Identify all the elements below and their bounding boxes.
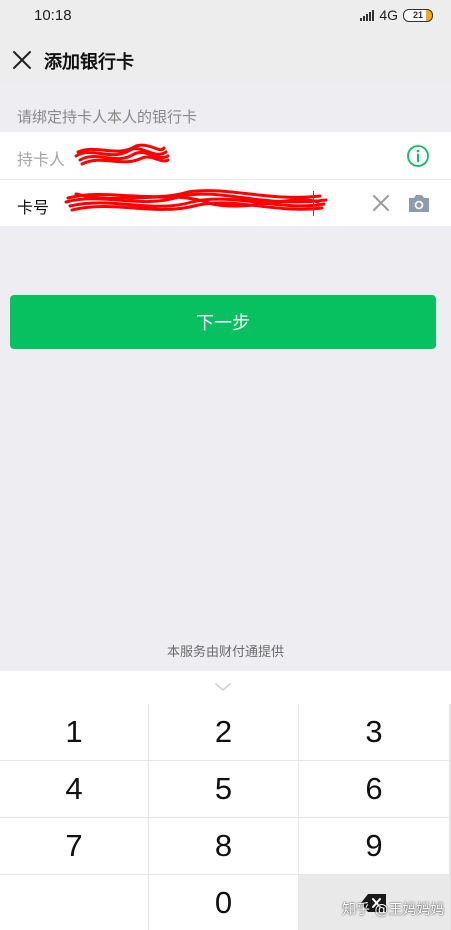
- battery-icon: 21: [403, 8, 433, 22]
- signal-icon: [360, 9, 375, 21]
- key-9[interactable]: 9: [299, 818, 449, 874]
- text-cursor: [313, 191, 314, 216]
- next-button[interactable]: 下一步: [10, 295, 436, 349]
- keyboard-header: [0, 671, 451, 704]
- bank-card-form: 持卡人 卡号: [0, 132, 451, 226]
- status-time: 10:18: [34, 7, 72, 24]
- watermark: 知乎 @王妈妈妈: [342, 902, 445, 918]
- network-type: 4G: [379, 7, 398, 23]
- key-1[interactable]: 1: [0, 704, 148, 760]
- key-7[interactable]: 7: [0, 818, 148, 874]
- status-bar: 10:18 4G 21: [0, 0, 451, 34]
- nav-bar: 添加银行卡: [0, 34, 451, 86]
- key-6[interactable]: 6: [299, 761, 449, 817]
- cardholder-row[interactable]: 持卡人: [0, 132, 451, 179]
- key-0[interactable]: 0: [149, 875, 298, 930]
- key-2[interactable]: 2: [149, 704, 298, 760]
- chevron-down-icon[interactable]: [214, 681, 232, 693]
- status-indicators: 4G 21: [360, 7, 433, 23]
- key-8[interactable]: 8: [149, 818, 298, 874]
- clear-icon[interactable]: [371, 193, 391, 213]
- camera-icon[interactable]: [407, 192, 431, 214]
- numeric-keypad: 1 2 3 4 5 6 7 8 9 0: [0, 704, 451, 930]
- key-4[interactable]: 4: [0, 761, 148, 817]
- redaction-scribble: [64, 189, 328, 212]
- section-hint: 请绑定持卡人本人的银行卡: [17, 108, 198, 126]
- battery-level: 21: [412, 10, 423, 20]
- key-5[interactable]: 5: [149, 761, 298, 817]
- page-title: 添加银行卡: [44, 52, 134, 73]
- card-number-row[interactable]: 卡号: [0, 179, 451, 226]
- cardholder-label: 持卡人: [17, 150, 66, 169]
- service-provider-note: 本服务由财付通提供: [166, 645, 284, 660]
- redaction-scribble: [74, 143, 170, 166]
- info-icon[interactable]: [406, 144, 430, 168]
- card-number-label: 卡号: [17, 198, 50, 217]
- key-blank: [0, 875, 148, 930]
- close-icon[interactable]: [11, 49, 33, 71]
- key-3[interactable]: 3: [299, 704, 449, 760]
